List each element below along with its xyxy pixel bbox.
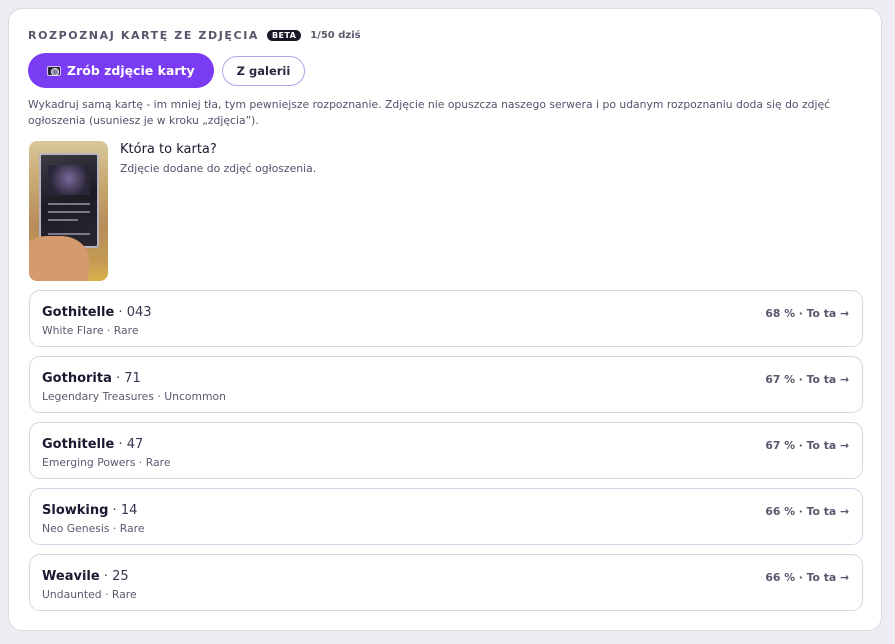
candidate-name: Weavile	[42, 569, 100, 584]
candidate-row[interactable]: Weavile · 25 Undaunted · Rare 66 % · To …	[29, 554, 863, 611]
take-photo-button[interactable]: Zrób zdjęcie karty	[28, 53, 214, 88]
candidate-name: Gothitelle	[42, 305, 115, 320]
candidate-number: 47	[126, 437, 144, 452]
candidate-number: 25	[112, 569, 129, 584]
candidate-set-rarity: Legendary Treasures · Uncommon	[42, 390, 227, 403]
candidate-row[interactable]: Gothorita · 71 Legendary Treasures · Unc…	[29, 356, 863, 413]
candidate-row[interactable]: Gothitelle · 043 White Flare · Rare 68 %…	[29, 290, 863, 347]
candidate-row[interactable]: Slowking · 14 Neo Genesis · Rare 66 % · …	[29, 488, 863, 545]
candidate-set-rarity: White Flare · Rare	[42, 324, 139, 337]
card-photo-card	[39, 153, 99, 248]
candidate-name: Gothorita	[42, 371, 112, 386]
candidate-separator: ·	[111, 371, 125, 386]
select-candidate-button[interactable]: 66 % · To ta →	[765, 505, 849, 518]
section-header: ROZPOZNAJ KARTĘ ZE ZDJĘCIA BETA 1/50 dzi…	[28, 28, 361, 42]
daily-quota: 1/50 dziś	[310, 29, 361, 41]
candidate-list: Gothitelle · 043 White Flare · Rare 68 %…	[29, 290, 863, 620]
action-buttons: Zrób zdjęcie karty Z galerii	[28, 53, 306, 88]
candidate-number: 71	[124, 371, 141, 386]
recognize-card-panel: ROZPOZNAJ KARTĘ ZE ZDJĘCIA BETA 1/50 dzi…	[8, 8, 882, 631]
select-candidate-button[interactable]: 67 % · To ta →	[765, 439, 849, 452]
candidate-separator: ·	[114, 305, 127, 320]
candidate-separator: ·	[114, 437, 127, 452]
section-title: ROZPOZNAJ KARTĘ ZE ZDJĘCIA	[28, 28, 260, 42]
camera-icon	[47, 65, 61, 76]
select-candidate-button[interactable]: 67 % · To ta →	[765, 373, 849, 386]
select-candidate-button[interactable]: 66 % · To ta →	[765, 571, 849, 584]
take-photo-label: Zrób zdjęcie karty	[67, 63, 195, 78]
which-card-question: Która to karta?	[120, 142, 217, 157]
candidate-row[interactable]: Gothitelle · 47 Emerging Powers · Rare 6…	[29, 422, 863, 479]
select-candidate-button[interactable]: 68 % · To ta →	[765, 307, 849, 320]
candidate-set-rarity: Neo Genesis · Rare	[42, 522, 145, 535]
cropping-hint: Wykadruj samą kartę - im mniej tła, tym …	[28, 98, 831, 127]
candidate-set-rarity: Undaunted · Rare	[42, 588, 137, 601]
beta-badge: BETA	[267, 29, 302, 41]
candidate-number: 14	[120, 503, 138, 518]
candidate-name: Slowking	[42, 503, 109, 518]
photo-added-note: Zdjęcie dodane do zdjęć ogłoszenia.	[120, 162, 317, 175]
candidate-set-rarity: Emerging Powers · Rare	[42, 456, 171, 469]
candidate-number: 043	[126, 305, 152, 320]
candidate-separator: ·	[99, 569, 113, 584]
card-photo-thumbnail	[29, 141, 108, 281]
candidate-separator: ·	[108, 503, 121, 518]
candidate-name: Gothitelle	[42, 437, 115, 452]
from-gallery-button[interactable]: Z galerii	[221, 55, 306, 86]
